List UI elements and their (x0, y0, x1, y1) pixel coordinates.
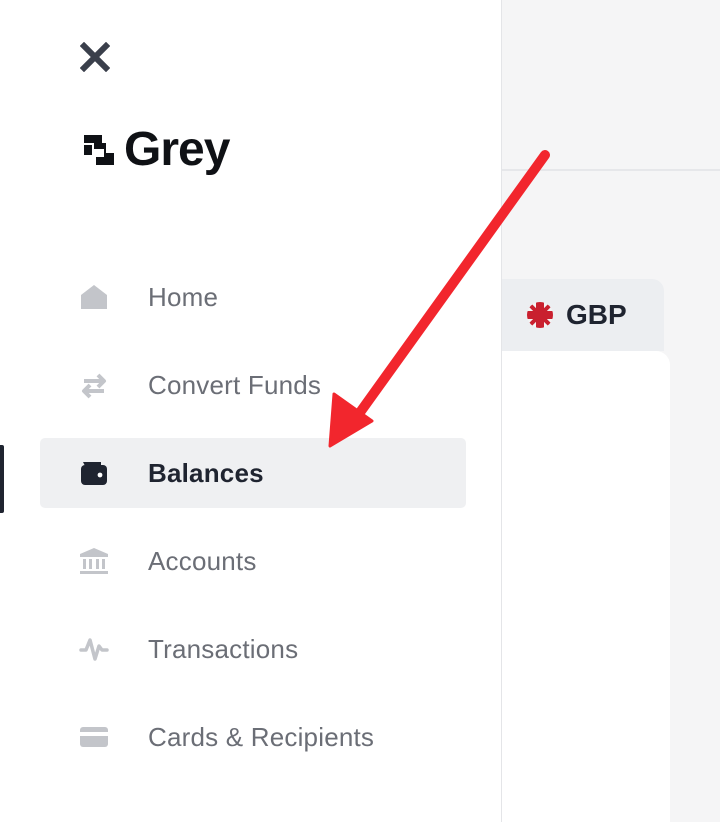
grey-logo-mark-icon (84, 135, 114, 165)
currency-code: GBP (566, 299, 627, 330)
brand-logo: Grey (80, 123, 230, 176)
sidebar-item-transactions[interactable]: Transactions (40, 614, 466, 684)
uk-flag-icon (527, 302, 553, 328)
sidebar-item-label: Accounts (148, 545, 257, 576)
sidebar-item-label: Convert Funds (148, 369, 322, 400)
bank-icon (78, 545, 110, 577)
sidebar-item-balances[interactable]: Balances (40, 438, 466, 508)
convert-icon (78, 369, 110, 401)
sidebar-item-accounts[interactable]: Accounts (40, 526, 466, 596)
sidebar-item-label: Home (148, 281, 219, 312)
wallet-icon (78, 457, 110, 489)
brand-name: Grey (124, 123, 230, 176)
sidebar-item-home[interactable]: Home (40, 262, 466, 332)
close-button[interactable] (78, 40, 112, 74)
sidebar-item-cards-recipients[interactable]: Cards & Recipients (40, 702, 466, 772)
navigation-drawer: Grey Home Convert Funds Balances Account… (0, 0, 502, 822)
sidebar-item-label: Balances (148, 457, 264, 488)
activity-icon (78, 633, 110, 665)
background-card (502, 351, 670, 822)
background-header (502, 0, 720, 171)
card-icon (78, 721, 110, 753)
page: GBP Grey Home Convert Funds Balances Acc… (0, 0, 720, 822)
sidebar-item-label: Cards & Recipients (148, 721, 375, 752)
sidebar-item-label: Transactions (148, 633, 299, 664)
sidebar-nav: Home Convert Funds Balances Accounts Tra… (40, 262, 466, 790)
sidebar-item-convert-funds[interactable]: Convert Funds (40, 350, 466, 420)
currency-tab-gbp[interactable]: GBP (502, 279, 664, 351)
home-icon (78, 281, 110, 313)
close-icon (80, 42, 110, 72)
active-indicator (0, 445, 4, 513)
